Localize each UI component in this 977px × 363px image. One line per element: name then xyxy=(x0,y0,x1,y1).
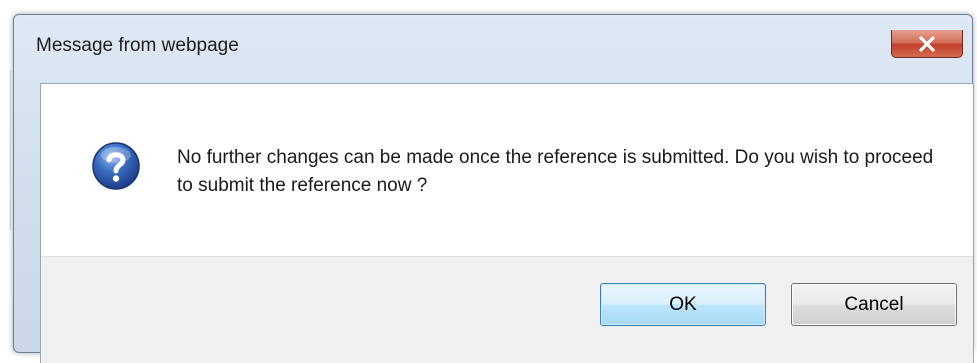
close-icon xyxy=(917,35,937,52)
button-bar: OK Cancel xyxy=(41,256,973,363)
cancel-button[interactable]: Cancel xyxy=(791,283,957,326)
dialog-message: No further changes can be made once the … xyxy=(177,147,934,196)
dialog-client-area: No further changes can be made once the … xyxy=(40,83,974,363)
message-area: No further changes can be made once the … xyxy=(41,84,973,256)
dialog-window: Message from webpage No further changes … xyxy=(13,14,974,363)
ok-button[interactable]: OK xyxy=(600,283,766,326)
close-button[interactable] xyxy=(891,30,963,58)
question-icon xyxy=(91,141,141,191)
page-edge xyxy=(0,70,11,230)
dialog-title: Message from webpage xyxy=(36,35,239,56)
